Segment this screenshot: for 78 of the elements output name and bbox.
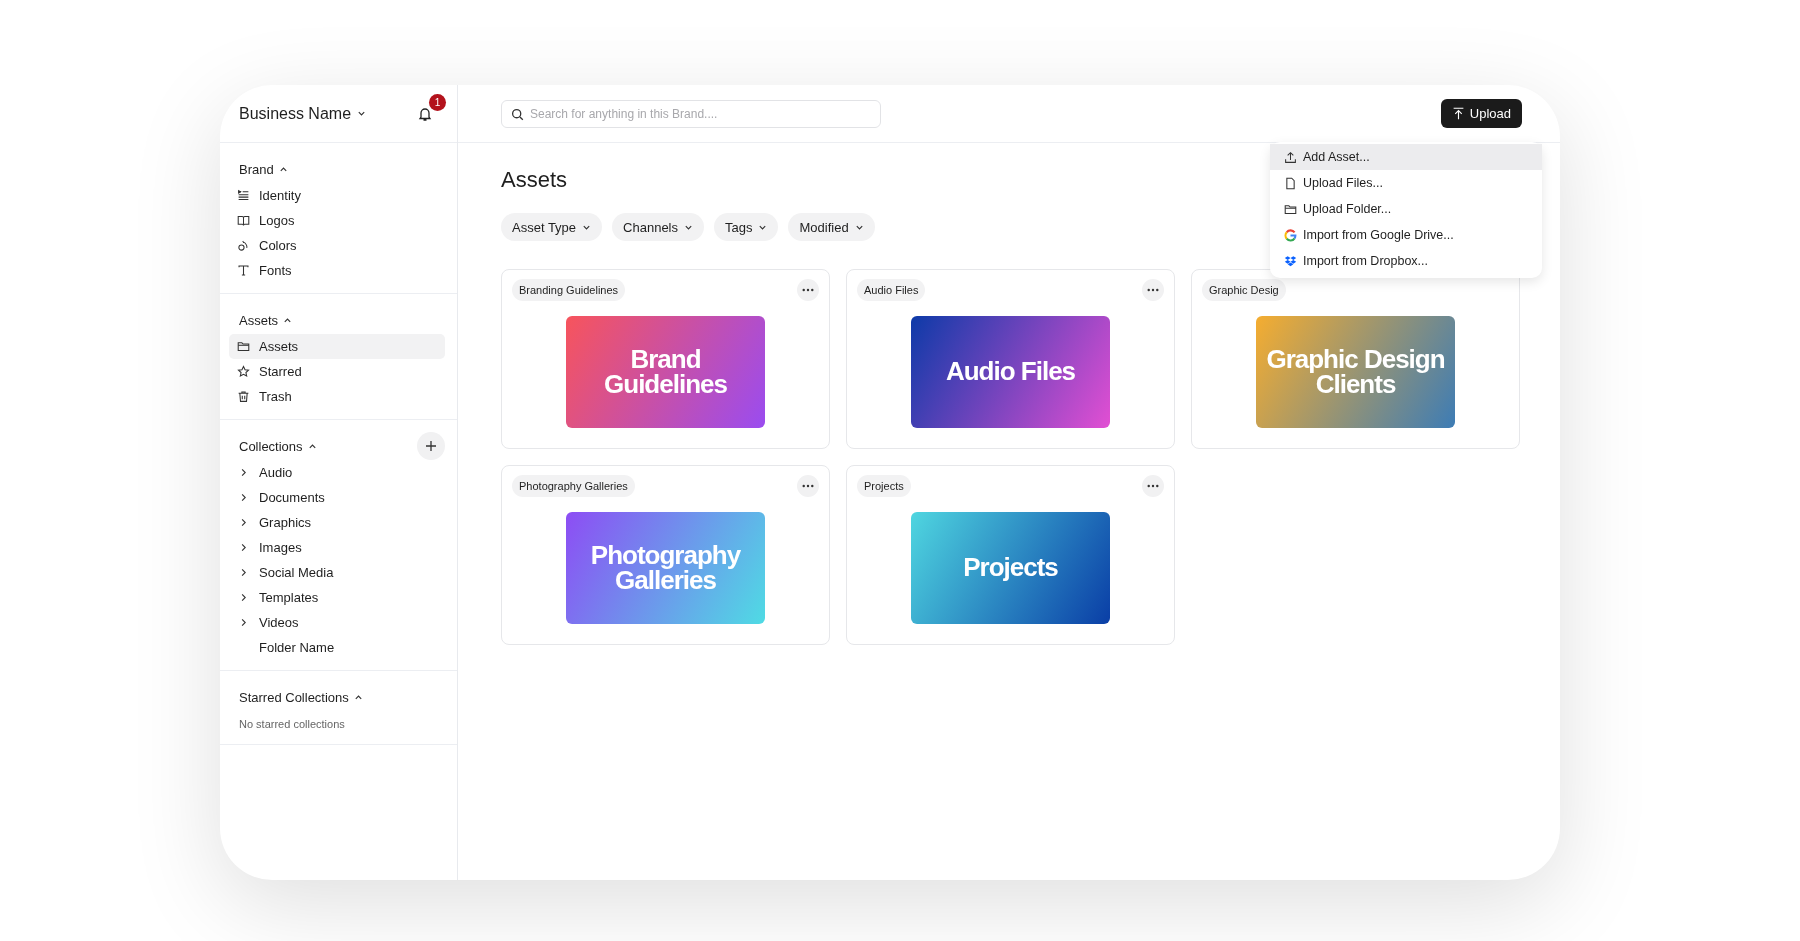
thumbnail-title: Graphic Design Clients <box>1265 346 1446 398</box>
sidebar-item[interactable]: Templates <box>229 585 445 610</box>
upload-icon <box>1284 150 1297 164</box>
folder-card[interactable]: Photography Galleries Photography Galleries <box>501 465 830 645</box>
folder-label: Graphic Desig <box>1202 279 1286 301</box>
filter-dropdown[interactable]: Asset Type <box>501 213 603 241</box>
sidebar-item[interactable]: Colors <box>229 233 445 258</box>
notification-badge: 1 <box>429 93 446 111</box>
workspace-switcher[interactable]: Business Name <box>239 104 367 123</box>
bell-icon <box>417 105 433 122</box>
chevron-up-icon <box>353 692 363 702</box>
more-button[interactable] <box>1142 475 1164 497</box>
more-button[interactable] <box>1142 279 1164 301</box>
chevron-up-icon <box>283 315 292 325</box>
sidebar-item[interactable]: Assets <box>229 334 445 359</box>
sidebar-item[interactable]: Identity <box>229 183 445 208</box>
trash-icon <box>237 390 250 403</box>
sidebar-item[interactable]: Trash <box>229 384 445 409</box>
section-header[interactable]: Collections <box>239 438 317 454</box>
folder-label: Branding Guidelines <box>512 279 626 301</box>
chevron-down-icon <box>357 109 367 118</box>
sidebar-item[interactable]: Folder Name <box>229 635 445 660</box>
folder-icon <box>237 340 250 353</box>
section-header[interactable]: Starred Collections <box>239 689 363 705</box>
filter-dropdown[interactable]: Modified <box>788 213 875 241</box>
folder-card[interactable]: Graphic Desig Graphic Design Clients <box>1191 269 1520 449</box>
folder-label: Projects <box>857 475 911 497</box>
more-icon <box>802 288 814 292</box>
folder-card[interactable]: Projects Projects <box>846 465 1175 645</box>
file-icon <box>1284 176 1297 190</box>
folder-label: Photography Galleries <box>512 475 635 497</box>
add-collection-button[interactable] <box>417 432 445 460</box>
filter-dropdown[interactable]: Tags <box>714 213 779 241</box>
folder-card[interactable]: Audio Files Audio Files <box>846 269 1175 449</box>
sidebar-item[interactable]: Social Media <box>229 560 445 585</box>
menu-item[interactable]: Upload Files... <box>1270 170 1542 196</box>
more-icon <box>802 484 814 488</box>
menu-item[interactable]: Upload Folder... <box>1270 196 1542 222</box>
upload-icon <box>1451 107 1465 120</box>
upload-button[interactable]: Upload <box>1440 99 1522 128</box>
folder-label: Audio Files <box>857 279 926 301</box>
more-icon <box>1147 288 1159 292</box>
sidebar-item[interactable]: Documents <box>229 485 445 510</box>
folder-icon <box>1284 202 1297 216</box>
sidebar-item[interactable]: Audio <box>229 460 445 485</box>
thumbnail-title: Brand Guidelines <box>603 346 728 398</box>
sidebar-item[interactable]: Videos <box>229 610 445 635</box>
sidebar-item[interactable]: Fonts <box>229 258 445 283</box>
more-button[interactable] <box>797 475 819 497</box>
google-icon <box>1284 228 1297 242</box>
plus-icon <box>425 440 437 452</box>
menu-item[interactable]: Add Asset... <box>1270 144 1542 170</box>
more-icon <box>1147 484 1159 488</box>
chevron-up-icon <box>278 164 288 174</box>
folder-card[interactable]: Branding Guidelines Brand Guidelines <box>501 269 830 449</box>
thumbnail-title: Projects <box>962 555 1059 581</box>
sidebar-item[interactable]: Logos <box>229 208 445 233</box>
thumbnail-title: Photography Galleries <box>589 542 742 594</box>
section-header[interactable]: Brand <box>239 161 288 177</box>
book-icon <box>237 214 250 227</box>
search-icon <box>511 107 524 121</box>
list-icon <box>237 189 250 202</box>
drops-icon <box>237 239 250 252</box>
search-field[interactable]: Search for anything in this Brand.... <box>501 99 881 128</box>
thumbnail-title: Audio Files <box>944 359 1077 385</box>
dropbox-icon <box>1284 254 1297 268</box>
empty-message: No starred collections <box>238 717 346 732</box>
sidebar-item[interactable]: Images <box>229 535 445 560</box>
more-button[interactable] <box>797 279 819 301</box>
star-icon <box>237 365 250 378</box>
chevron-up-icon <box>307 441 317 451</box>
section-header[interactable]: Assets <box>239 312 292 328</box>
page-title: Assets <box>501 167 568 193</box>
sidebar-item[interactable]: Starred <box>229 359 445 384</box>
sidebar-item[interactable]: Graphics <box>229 510 445 535</box>
menu-item[interactable]: Import from Google Drive... <box>1270 222 1542 248</box>
filter-dropdown[interactable]: Channels <box>612 213 704 241</box>
text-icon <box>237 264 250 277</box>
